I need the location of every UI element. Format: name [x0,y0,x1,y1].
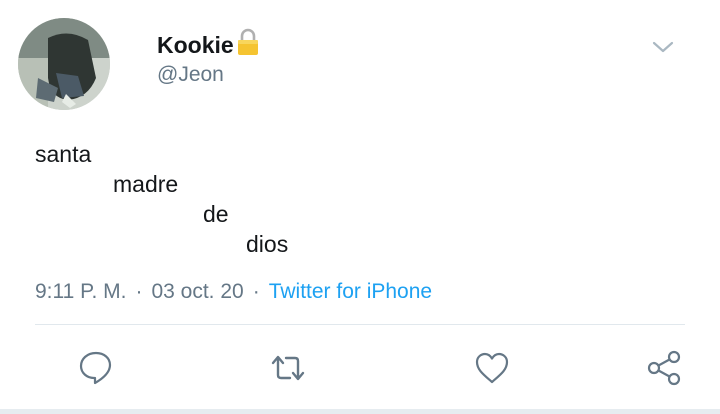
chevron-down-icon[interactable] [651,38,675,56]
reply-icon [79,351,112,385]
bottom-border [0,409,720,414]
avatar[interactable] [18,18,110,110]
tweet-text-line: dios [246,231,289,257]
like-button[interactable] [474,350,510,386]
lock-icon [236,28,260,62]
tweet-text-line: madre [113,171,179,197]
reply-button[interactable] [78,350,114,386]
username-handle[interactable]: @Jeon [157,63,224,87]
display-name-text[interactable]: Kookie [157,32,234,59]
share-button[interactable] [646,350,682,386]
retweet-icon [271,355,305,381]
tweet-date[interactable]: 03 oct. 20 [151,280,243,303]
meta-separator: · [252,280,260,303]
tweet-source-link[interactable]: Twitter for iPhone [269,280,432,303]
tweet-text-line: de [203,201,229,227]
divider [35,324,685,325]
heart-icon [475,352,509,384]
display-name[interactable]: Kookie [157,28,260,62]
retweet-button[interactable] [270,350,306,386]
share-icon [647,350,681,386]
tweet-time: 9:11 P. M. [35,280,127,303]
tweet-text-line: santa [35,141,92,167]
meta-separator: · [135,280,143,303]
tweet-meta: 9:11 P. M. · 03 oct. 20 · Twitter for iPhone [35,280,432,304]
